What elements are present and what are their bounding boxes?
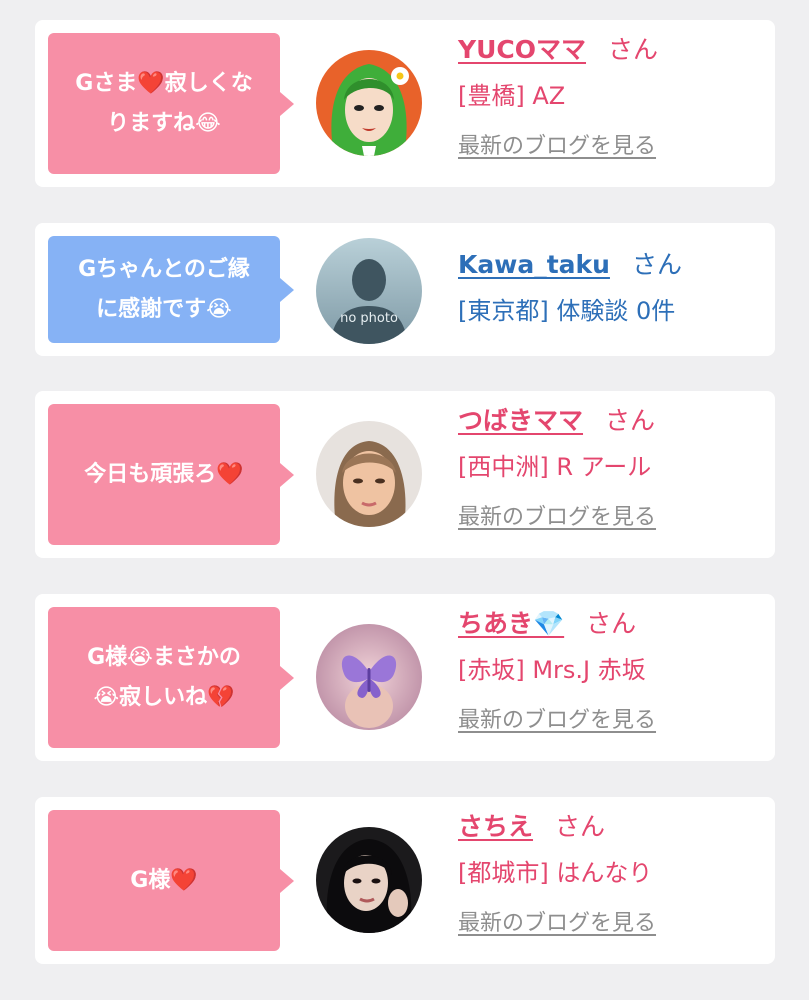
message-bubble: G様❤️ [48,810,294,951]
profile-info: さちえ さん [都城市] はんなり 最新のブログを見る [458,809,758,941]
profile-location: [豊橋] AZ [458,82,566,110]
honorific-label: さん [608,35,659,64]
message-bubble: Gさま❤️寂しくな りますね😂 [48,33,294,174]
latest-blog-link[interactable]: 最新のブログを見る [458,130,656,164]
profile-card: G様❤️ さちえ さん [都城市] はんなり 最新のブログを見る [35,797,775,964]
honorific-label: さん [605,406,656,435]
message-line: G様❤️ [130,867,198,893]
profile-card: G様😭まさかの 😭寂しいね💔 ちあき💎 さん [赤坂] Mrs.J 赤坂 最新の… [35,594,775,761]
profile-name-link[interactable]: YUCOママ [458,35,586,64]
profile-name-link[interactable]: Kawa_taku [458,250,610,279]
green-hair-cartoon-avatar[interactable] [316,50,422,156]
message-line: G様😭まさかの [87,644,241,670]
message-line: りますね😂 [107,110,221,136]
profile-card: 今日も頑張ろ❤️ つばきママ さん [西中洲] R アール 最新のブログを見る [35,391,775,558]
butterfly-photo[interactable] [316,624,422,730]
profile-name-link[interactable]: ちあき💎 [458,609,564,638]
dark-hair-portrait-photo[interactable] [316,827,422,933]
latest-blog-link[interactable]: 最新のブログを見る [458,501,656,535]
profile-name-link[interactable]: つばきママ [458,406,583,435]
profile-card: Gさま❤️寂しくな りますね😂 YUCOママ さん [豊橋] AZ 最新のブログを… [35,20,775,187]
honorific-label: さん [555,812,606,841]
message-line: 今日も頑張ろ❤️ [84,461,244,487]
profile-card: Gちゃんとのご縁 に感謝です😭 no photo Kawa_taku さん [東京… [35,223,775,356]
message-bubble: G様😭まさかの 😭寂しいね💔 [48,607,294,748]
message-line: Gちゃんとのご縁 [78,256,250,282]
message-line: Gさま❤️寂しくな [75,70,253,96]
no-photo-silhouette-icon[interactable]: no photo [316,238,422,344]
avatar-caption: no photo [340,311,398,326]
profile-name-link[interactable]: さちえ [458,812,533,841]
latest-blog-link[interactable]: 最新のブログを見る [458,907,656,941]
blurred-face-photo[interactable] [316,421,422,527]
message-line: 😭寂しいね💔 [93,684,235,710]
profile-location: [東京都] 体験談 0件 [458,297,676,325]
profile-location: [西中洲] R アール [458,453,652,481]
profile-location: [都城市] はんなり [458,859,653,887]
message-line: に感謝です😭 [96,296,232,322]
latest-blog-link[interactable]: 最新のブログを見る [458,704,656,738]
honorific-label: さん [631,250,682,279]
honorific-label: さん [586,609,637,638]
profile-info: Kawa_taku さん [東京都] 体験談 0件 [458,247,758,329]
profile-location: [赤坂] Mrs.J 赤坂 [458,656,646,684]
message-bubble: 今日も頑張ろ❤️ [48,404,294,545]
message-bubble: Gちゃんとのご縁 に感謝です😭 [48,236,294,343]
profile-info: YUCOママ さん [豊橋] AZ 最新のブログを見る [458,32,758,164]
profile-info: つばきママ さん [西中洲] R アール 最新のブログを見る [458,403,758,535]
profile-info: ちあき💎 さん [赤坂] Mrs.J 赤坂 最新のブログを見る [458,606,758,738]
